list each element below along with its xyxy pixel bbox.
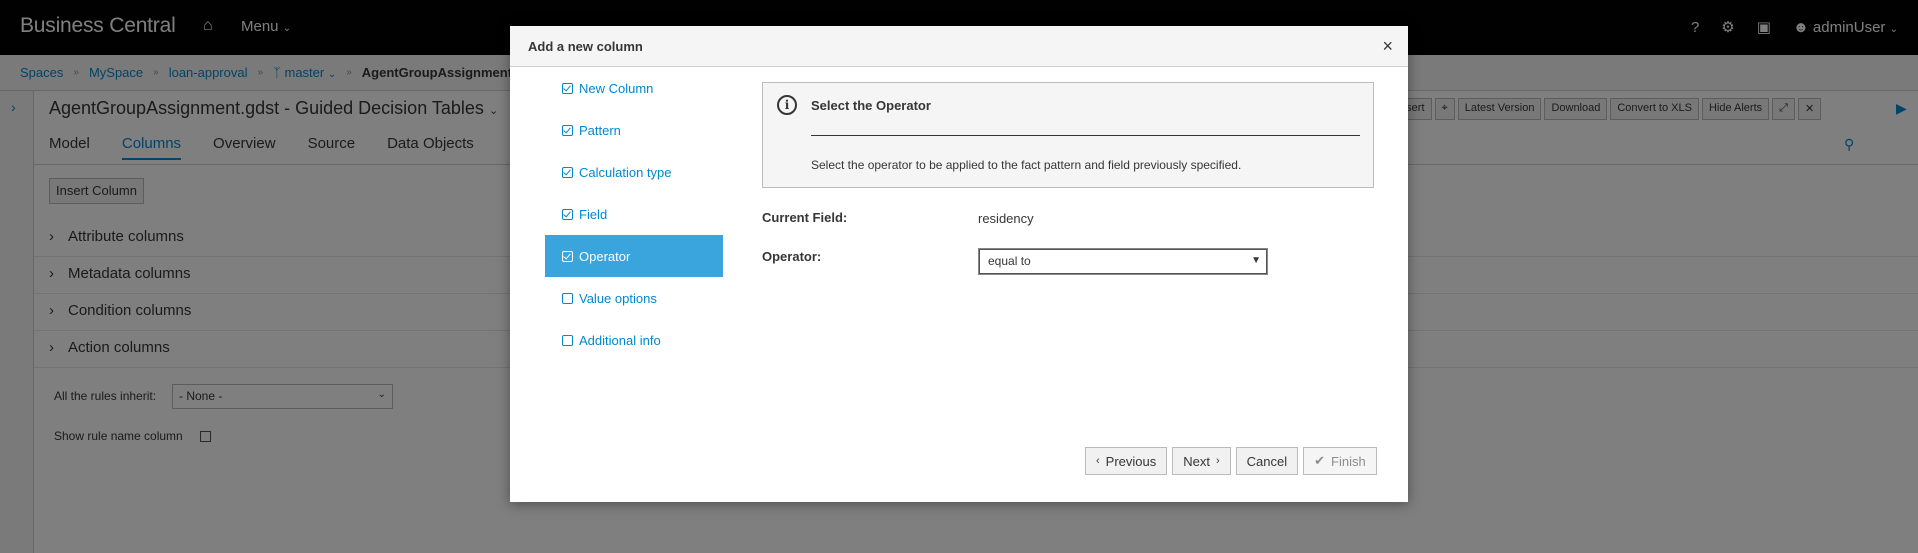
step-field[interactable]: Field (545, 193, 723, 235)
step-label: Calculation type (579, 164, 672, 180)
step-label: Value options (579, 290, 657, 306)
current-field-value: residency (978, 211, 1034, 226)
next-label: Next (1183, 453, 1210, 469)
previous-label: Previous (1105, 453, 1157, 469)
checkbox-empty-icon (562, 292, 573, 304)
chevron-down-icon: ▼ (1251, 255, 1261, 266)
step-label: Operator (579, 248, 631, 264)
current-field-label: Current Field: (762, 210, 848, 225)
finish-label: Finish (1331, 453, 1366, 469)
step-label: Pattern (579, 122, 621, 138)
step-value-options[interactable]: Value options (545, 277, 723, 319)
next-button[interactable]: Next › (1172, 447, 1231, 475)
checkbox-checked-icon (562, 208, 573, 220)
check-icon: ✔ (1314, 453, 1326, 468)
info-title: Select the Operator (811, 98, 931, 113)
operator-select[interactable]: equal to ▼ (978, 248, 1268, 275)
checkbox-checked-icon (562, 124, 573, 136)
step-label: Field (579, 206, 608, 222)
checkbox-checked-icon (562, 166, 573, 178)
chevron-right-icon: › (1215, 455, 1220, 467)
wizard-steps: New Column Pattern Calculation type Fiel… (545, 67, 723, 361)
cancel-button[interactable]: Cancel (1235, 447, 1299, 475)
add-column-dialog: Add a new column × New Column Pattern Ca… (510, 26, 1408, 502)
step-pattern[interactable]: Pattern (545, 109, 723, 151)
step-label: New Column (579, 80, 654, 96)
info-panel: i Select the Operator Select the operato… (762, 82, 1374, 188)
checkbox-empty-icon (562, 334, 573, 346)
step-additional-info[interactable]: Additional info (545, 319, 723, 361)
step-new-column[interactable]: New Column (545, 67, 723, 109)
step-operator[interactable]: Operator (545, 235, 723, 277)
operator-label: Operator: (762, 249, 822, 264)
modal-header: Add a new column × (510, 26, 1408, 67)
wizard-footer: ‹ Previous Next › Cancel ✔ Finish (1085, 447, 1377, 475)
info-description: Select the operator to be applied to the… (811, 158, 1242, 172)
previous-button[interactable]: ‹ Previous (1085, 447, 1168, 475)
checkbox-checked-icon (562, 82, 573, 94)
finish-button[interactable]: ✔ Finish (1303, 447, 1377, 475)
info-icon: i (777, 95, 797, 115)
operator-value: equal to (988, 254, 1031, 268)
close-icon[interactable]: × (1382, 36, 1393, 57)
step-label: Additional info (579, 332, 661, 348)
checkbox-checked-icon (562, 250, 573, 262)
step-calculation-type[interactable]: Calculation type (545, 151, 723, 193)
info-divider (811, 135, 1360, 136)
modal-title: Add a new column (528, 39, 643, 54)
chevron-left-icon: ‹ (1096, 455, 1100, 467)
